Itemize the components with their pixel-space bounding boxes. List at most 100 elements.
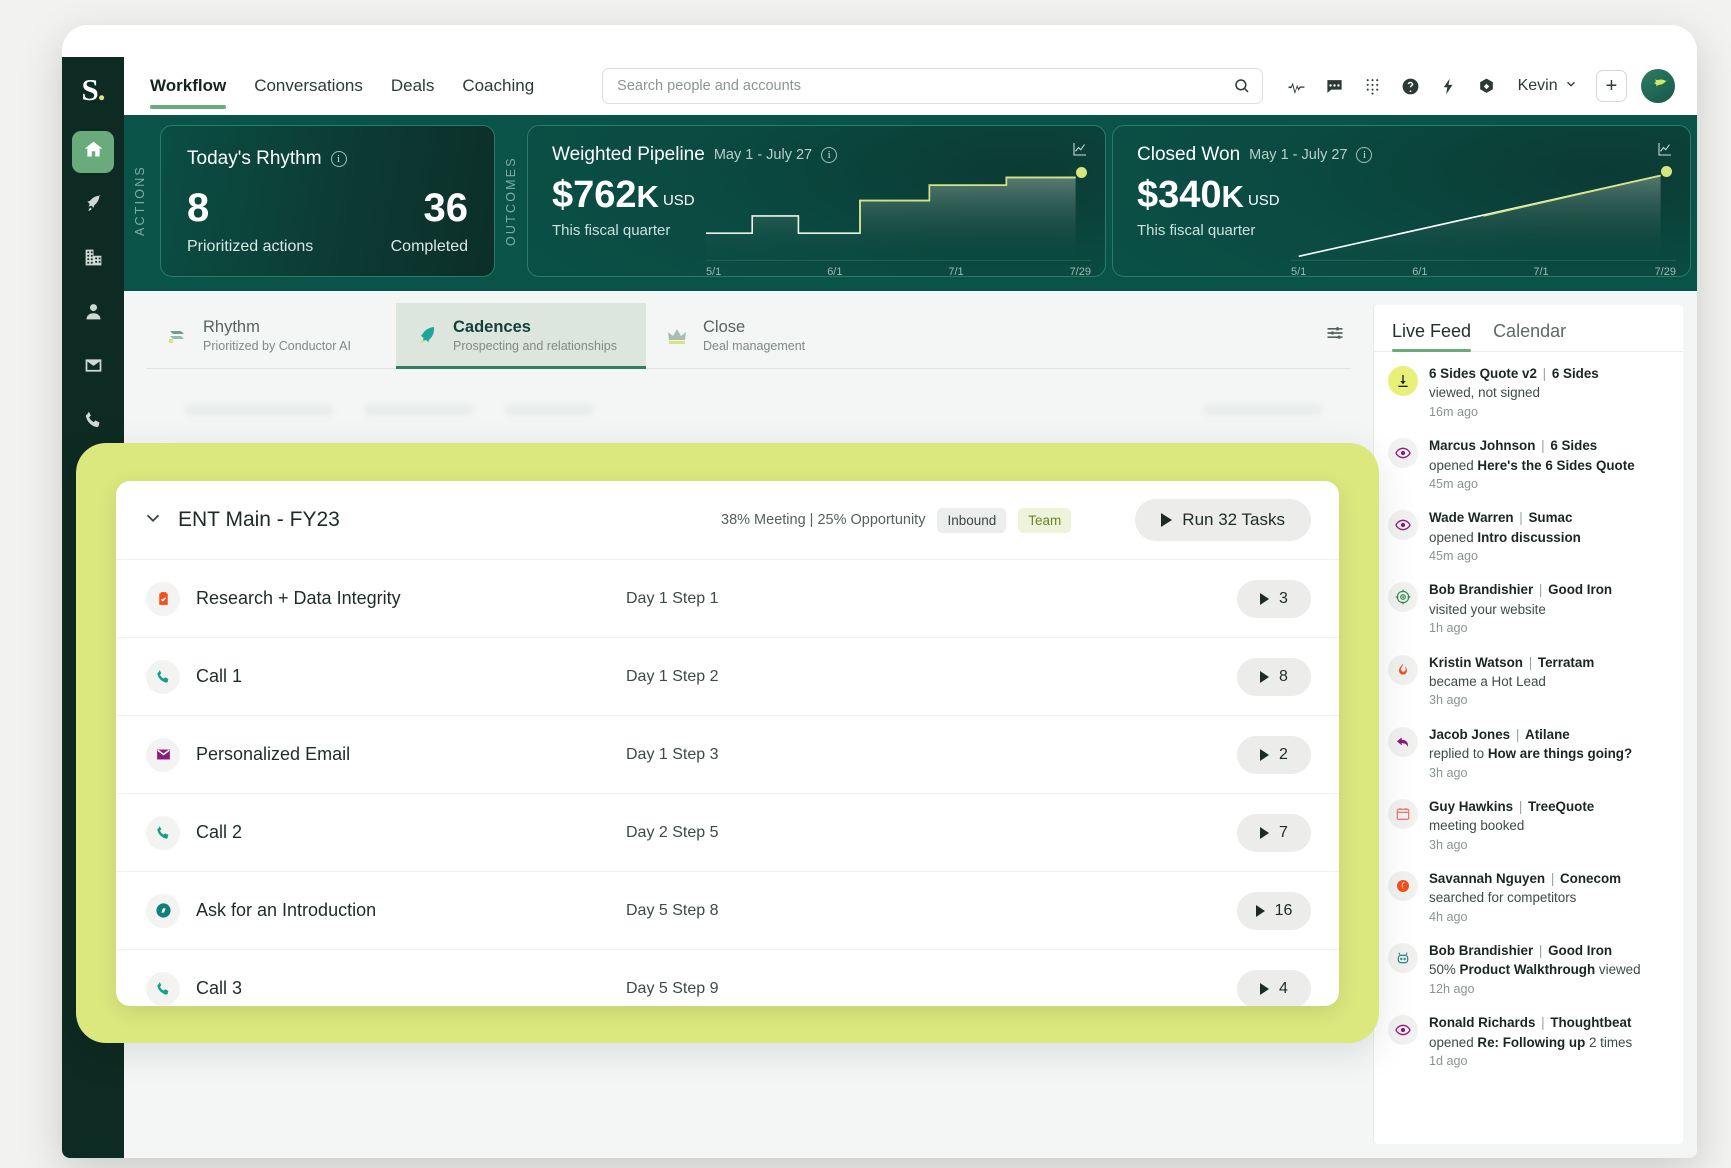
closed-chart: [1291, 164, 1676, 264]
task-count-button[interactable]: 16: [1237, 891, 1311, 930]
brand-letter: S: [81, 72, 99, 107]
closed-x-ticks: 5/1 6/1 7/1 7/29: [1291, 266, 1676, 276]
search-container: [602, 68, 1263, 104]
card-weighted-pipeline[interactable]: Weighted Pipeline May 1 - July 27 i $762…: [527, 125, 1106, 277]
feed-item-action: opened Re: Following up 2 times: [1429, 1034, 1633, 1050]
task-row[interactable]: Call 2 Day 2 Step 5 7: [116, 793, 1339, 871]
nav-links: Workflow Conversations Deals Coaching: [150, 57, 534, 115]
sidebar-item-people[interactable]: [72, 293, 114, 335]
task-step: Day 1 Step 3: [626, 745, 719, 763]
task-count-button[interactable]: 3: [1237, 579, 1311, 618]
task-row[interactable]: Research + Data Integrity Day 1 Step 1 3: [116, 559, 1339, 637]
feed-item-text: Guy Hawkins | TreeQuote meeting booked 3h …: [1429, 797, 1594, 854]
search-input[interactable]: [602, 68, 1263, 104]
crown-icon: [664, 323, 690, 349]
feed-item-time: 4h ago: [1429, 909, 1468, 924]
tab-cadences[interactable]: Cadences Prospecting and relationships: [396, 303, 646, 369]
play-icon: [1260, 982, 1270, 995]
feed-item-action: became a Hot Lead: [1429, 673, 1546, 689]
run-tasks-button[interactable]: Run 32 Tasks: [1135, 499, 1311, 541]
feed-item[interactable]: Guy Hawkins | TreeQuote meeting booked 3h …: [1388, 797, 1667, 854]
sidebar-item-accounts[interactable]: [72, 239, 114, 281]
task-count-button[interactable]: 4: [1237, 969, 1311, 1006]
feed-item-text: Bob Brandishier | Good Iron 50% Product W…: [1429, 941, 1641, 998]
tab-calendar[interactable]: Calendar: [1493, 321, 1566, 351]
task-row[interactable]: Call 1 Day 1 Step 2 8: [116, 637, 1339, 715]
feed-item-action: viewed, not signed: [1429, 385, 1540, 401]
task-row[interactable]: Personalized Email Day 1 Step 3 2: [116, 715, 1339, 793]
feed-item[interactable]: Bob Brandishier | Good Iron 50% Product W…: [1388, 941, 1667, 998]
feed-item-title: Bob Brandishier | Good Iron: [1429, 582, 1613, 598]
eye-icon: [1388, 510, 1418, 541]
dialpad-icon[interactable]: [1363, 77, 1382, 96]
info-icon[interactable]: i: [1356, 147, 1373, 163]
tab-conversations[interactable]: Conversations: [254, 57, 363, 115]
tab-deals[interactable]: Deals: [391, 57, 434, 115]
task-count-button[interactable]: 2: [1237, 735, 1311, 774]
workflow-tabs: Rhythm Prioritized by Conductor AI Caden…: [146, 303, 1351, 369]
sidebar-item-calls[interactable]: [72, 401, 114, 443]
rocket-icon: [414, 323, 440, 349]
download-icon: [1388, 366, 1418, 396]
feed-item[interactable]: Wade Warren | Sumac opened Intro discussi…: [1388, 508, 1667, 565]
pipeline-x-ticks: 5/1 6/1 7/1 7/29: [706, 266, 1091, 276]
feed-item-time: 3h ago: [1429, 837, 1468, 852]
sidebar-item-prospecting[interactable]: [72, 185, 114, 227]
feed-item-title: Bob Brandishier | Good Iron: [1429, 943, 1613, 958]
task-count-button[interactable]: 8: [1237, 657, 1311, 696]
compass-icon[interactable]: [1477, 77, 1496, 96]
user-menu[interactable]: Kevin: [1518, 77, 1578, 96]
info-icon[interactable]: i: [330, 151, 347, 167]
feed-item[interactable]: Marcus Johnson | 6 Sides opened Here's th…: [1388, 436, 1667, 493]
feed-item[interactable]: 6 Sides Quote v2 | 6 Sides viewed, not si…: [1388, 364, 1667, 421]
avatar[interactable]: [1641, 69, 1675, 103]
feed-item-title: Jacob Jones | Atilane: [1429, 726, 1570, 742]
mail-icon: [83, 355, 104, 381]
chevron-down-icon[interactable]: [142, 507, 168, 534]
browser-window: S. Workflow Conversations Deals Coaching…: [62, 25, 1697, 1158]
brand-logo: S.: [81, 72, 106, 107]
card-todays-rhythm[interactable]: Today's Rhythm i 8 Prioritized actions 3…: [160, 125, 495, 277]
search-icon[interactable]: [1233, 77, 1251, 95]
info-icon[interactable]: i: [821, 147, 838, 163]
add-button[interactable]: +: [1595, 70, 1628, 102]
task-row[interactable]: Ask for an Introduction Day 5 Step 8 16: [116, 871, 1339, 949]
tab-sublabel: Prioritized by Conductor AI: [203, 339, 351, 353]
chat-icon[interactable]: [1325, 77, 1344, 96]
lightning-icon[interactable]: [1439, 77, 1458, 96]
help-icon[interactable]: [1401, 77, 1420, 96]
sidebar-item-email[interactable]: [72, 347, 114, 389]
list-settings-button[interactable]: [1325, 303, 1351, 368]
closed-currency: USD: [1247, 192, 1280, 209]
tab-coaching[interactable]: Coaching: [462, 57, 534, 115]
list-item: [164, 383, 1343, 437]
task-count-button[interactable]: 7: [1237, 813, 1311, 852]
feed-item[interactable]: Kristin Watson | Terratam became a Hot Le…: [1388, 653, 1667, 710]
tab-live-feed[interactable]: Live Feed: [1392, 321, 1472, 352]
tab-workflow[interactable]: Workflow: [150, 57, 227, 115]
card-closed-won[interactable]: Closed Won May 1 - July 27 i $340K USD Th…: [1112, 125, 1691, 277]
card-title: Closed Won May 1 - July 27 i: [1137, 144, 1373, 166]
task-row[interactable]: Call 3 Day 5 Step 9 4: [116, 949, 1339, 1006]
feed-item[interactable]: Bob Brandishier | Good Iron visited your …: [1388, 580, 1667, 637]
feed-item-action: 50% Product Walkthrough viewed: [1429, 962, 1641, 978]
chart-expand-icon[interactable]: [1656, 140, 1674, 163]
tab-rhythm[interactable]: Rhythm Prioritized by Conductor AI: [146, 303, 396, 368]
feed-item[interactable]: Jacob Jones | Atilane replied to How are …: [1388, 725, 1667, 782]
feed-item-text: Marcus Johnson | 6 Sides opened Here's th…: [1429, 436, 1635, 493]
sidebar-item-home[interactable]: [72, 131, 114, 173]
feed-item-time: 1h ago: [1429, 621, 1468, 636]
completed-label: Completed: [390, 238, 468, 255]
task-count-value: 16: [1274, 901, 1293, 919]
tab-close[interactable]: Close Deal management: [646, 303, 896, 368]
layers-icon: [164, 323, 190, 349]
robot-icon: [1388, 943, 1418, 973]
activity-icon[interactable]: [1287, 77, 1306, 96]
feed-item-action: opened Intro discussion: [1429, 529, 1581, 545]
chart-expand-icon[interactable]: [1071, 140, 1089, 163]
card-date-range: May 1 - July 27: [713, 147, 813, 163]
feed-item[interactable]: Savannah Nguyen | Conecom searched for co…: [1388, 869, 1667, 926]
feed-item[interactable]: Ronald Richards | Thoughtbeat opened Re: …: [1388, 1013, 1667, 1070]
tab-label: Cadences: [453, 318, 531, 336]
feed-item-action: opened Here's the 6 Sides Quote: [1429, 457, 1635, 473]
